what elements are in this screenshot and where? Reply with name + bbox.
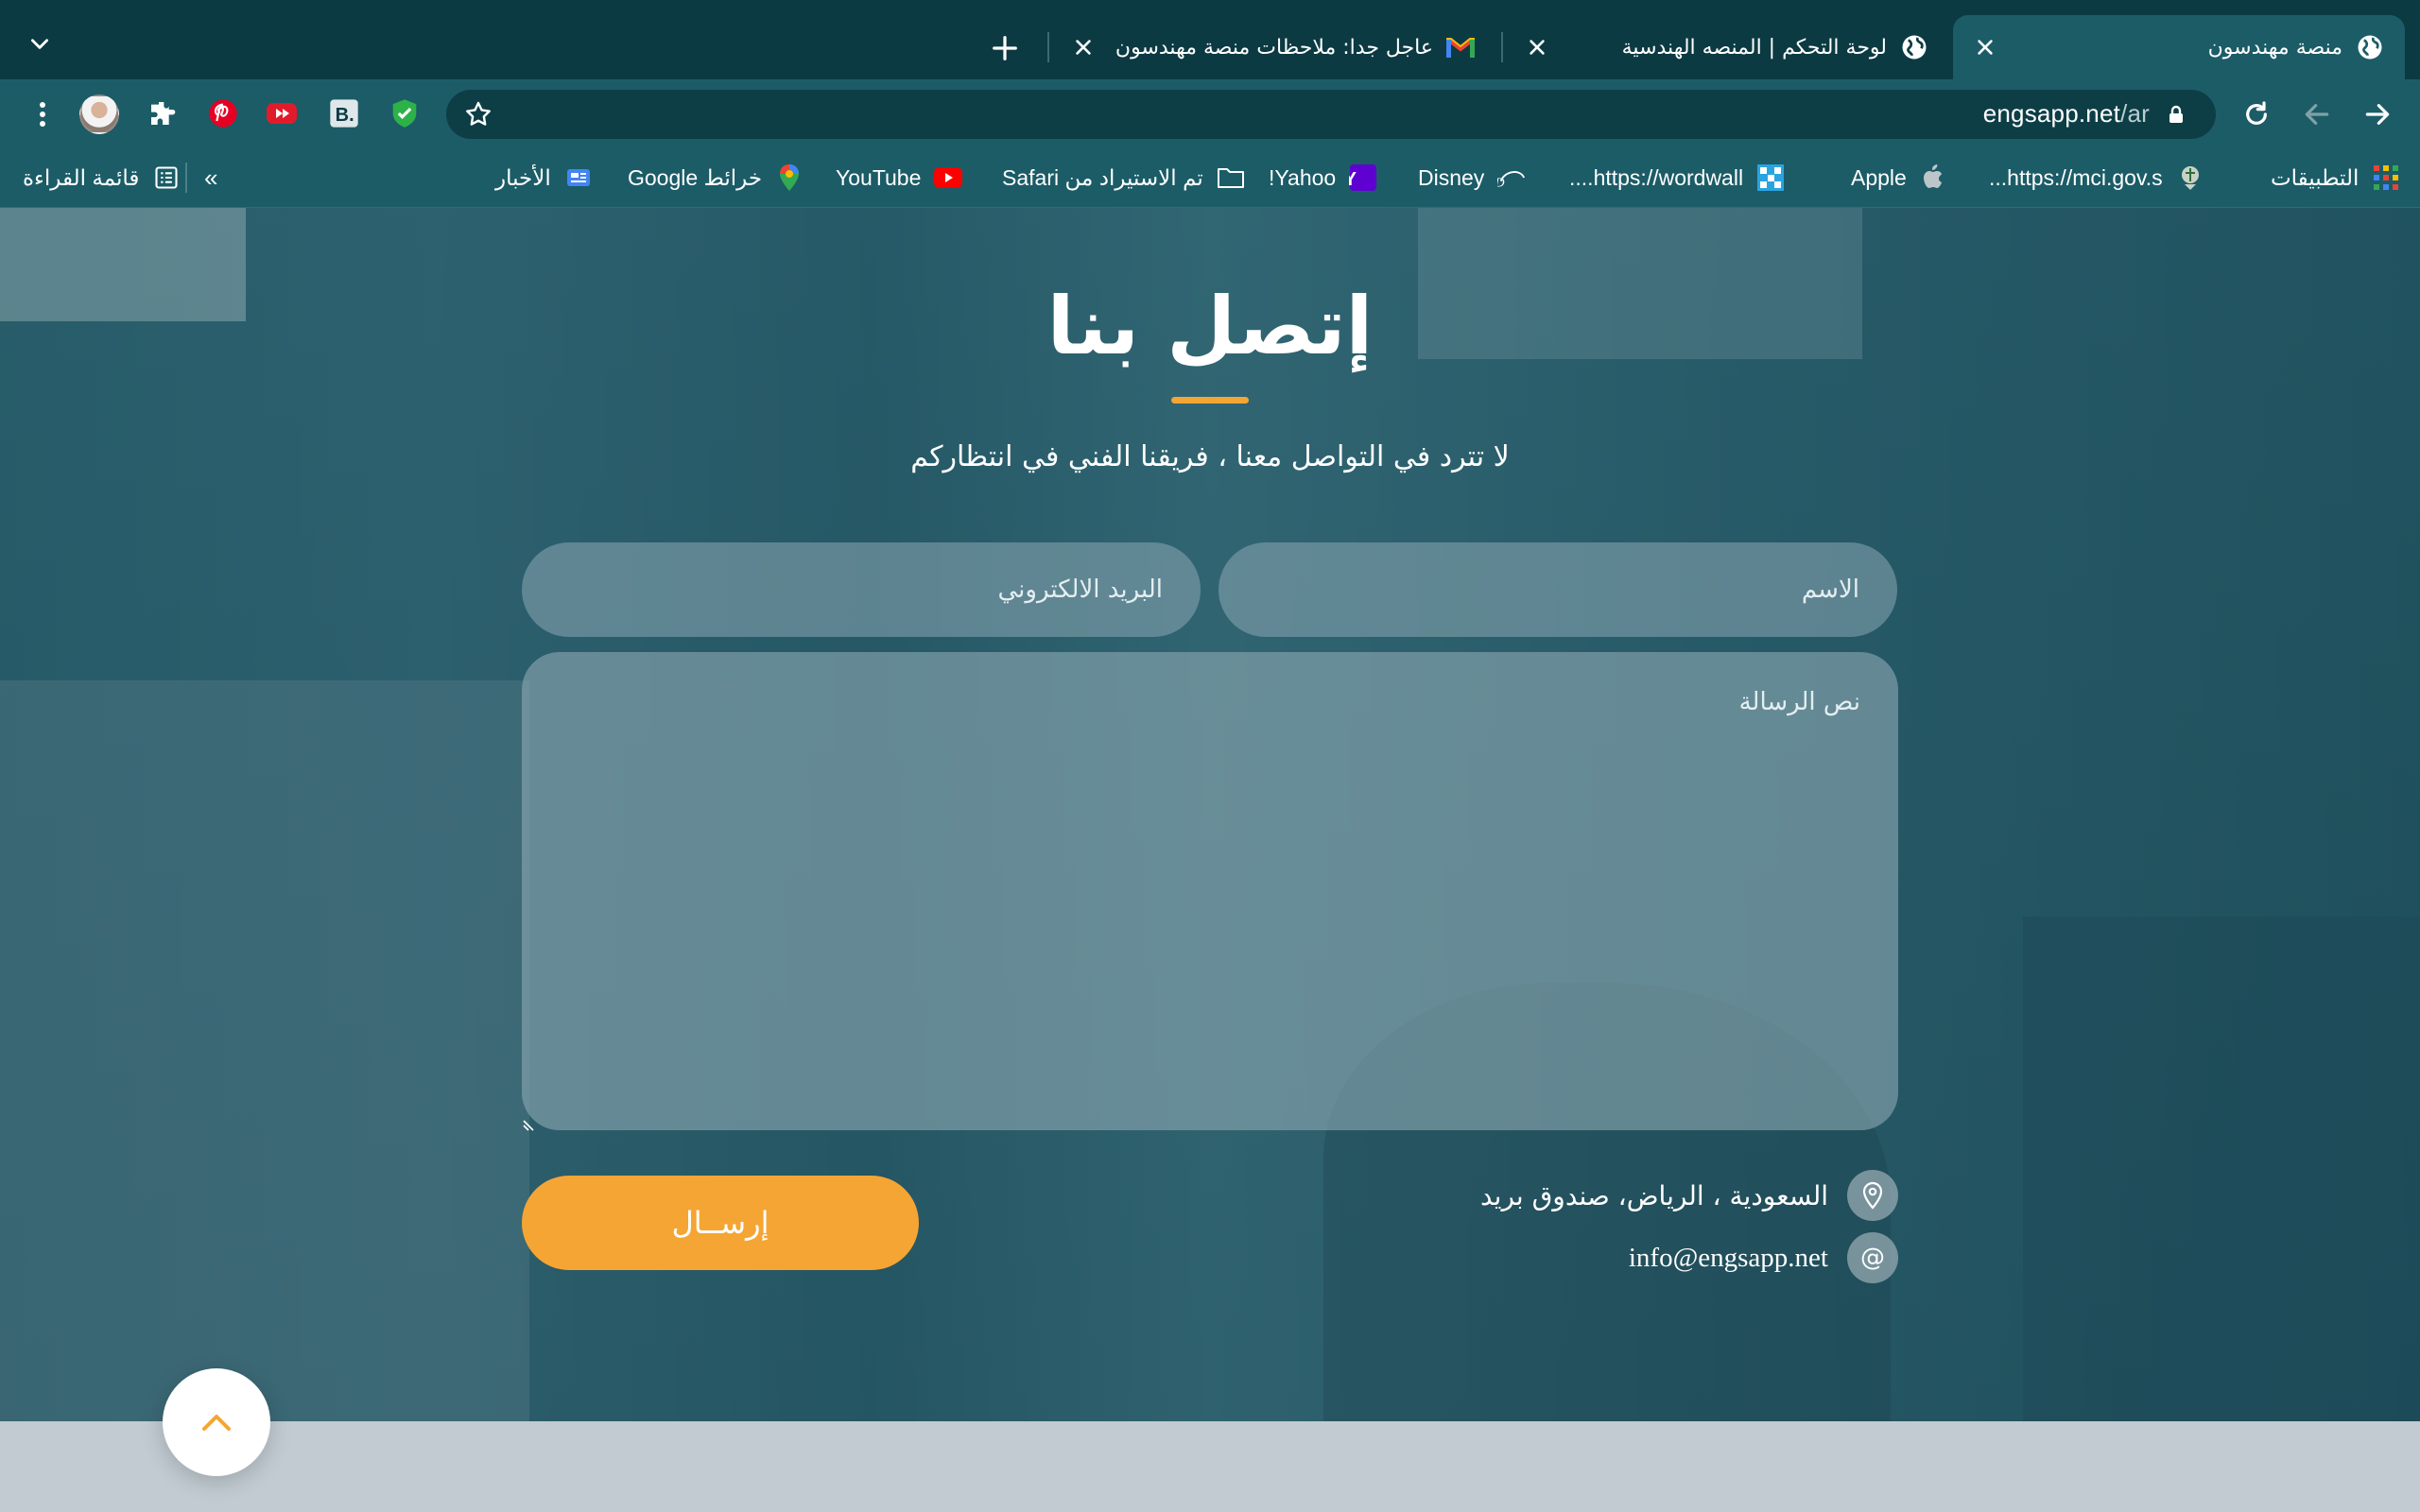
extensions-puzzle-icon[interactable] xyxy=(146,96,180,130)
bookmark-label: Yahoo! xyxy=(1269,164,1337,190)
shield-extension-icon[interactable] xyxy=(388,96,422,130)
yahoo-icon: Y xyxy=(1349,163,1377,192)
browser-toolbar: B. engsapp.net/ar xyxy=(0,79,2420,147)
bookmark-divider xyxy=(185,163,187,193)
email-input[interactable] xyxy=(522,542,1201,637)
contact-section: إتصل بنا لا تترد في التواصل معنا ، فريقن… xyxy=(0,208,2420,1421)
reading-list-label: قائمة القراءة xyxy=(23,164,140,190)
profile-avatar[interactable] xyxy=(79,94,119,134)
url-path: /ar xyxy=(2120,99,2150,128)
apps-grid-icon xyxy=(2372,163,2400,192)
bookmark-label: Apple xyxy=(1851,164,1907,190)
maps-pin-icon xyxy=(775,163,804,192)
booking-extension-icon[interactable]: B. xyxy=(327,96,361,130)
tab-gmail-notes[interactable]: عاجل جدا: ملاحظات منصة مهندسون - ا xyxy=(1051,15,1495,79)
url-text: engsapp.net/ar xyxy=(1983,99,2150,129)
reload-icon[interactable] xyxy=(2235,93,2278,136)
tab-title: لوحة التحكم | المنصه الهندسية xyxy=(1621,35,1887,60)
reading-list-icon xyxy=(152,163,181,192)
bookmark-disney[interactable]: D Disney xyxy=(1418,161,1526,195)
bookmark-star-icon[interactable] xyxy=(463,99,493,129)
url-host: engsapp.net xyxy=(1982,99,2121,128)
globe-icon xyxy=(1900,33,1928,61)
background-garage xyxy=(0,680,529,1421)
bookmarks-overflow-button[interactable]: » xyxy=(204,161,217,195)
back-arrow-icon[interactable] xyxy=(2295,93,2339,136)
gmail-icon xyxy=(1446,33,1475,61)
news-icon xyxy=(564,163,593,192)
video-extension-icon[interactable] xyxy=(265,96,299,130)
svg-text:Y: Y xyxy=(1349,169,1357,190)
name-input[interactable] xyxy=(1219,542,1897,637)
bookmark-google-maps[interactable]: خرائط Google xyxy=(628,161,804,195)
submit-button[interactable]: إرســال xyxy=(522,1176,919,1270)
title-accent-bar xyxy=(1171,397,1249,404)
tab-engineers-platform[interactable]: منصة مهندسون xyxy=(1953,15,2405,79)
bookmarks-bar: قائمة القراءة » الأخبار خرائط Google You… xyxy=(0,147,2420,208)
close-tab-icon[interactable] xyxy=(1970,32,2000,62)
tab-search-chevron-icon[interactable] xyxy=(21,25,59,62)
reading-list-button[interactable]: قائمة القراءة xyxy=(23,161,181,195)
textarea-resize-grip-icon[interactable] xyxy=(522,1117,537,1132)
disney-icon: D xyxy=(1497,163,1526,192)
bookmark-yahoo[interactable]: Y Yahoo! xyxy=(1269,161,1377,195)
scroll-to-top-button[interactable] xyxy=(163,1368,270,1476)
chevron-up-icon xyxy=(202,1415,231,1431)
bookmark-label: https://wordwall.... xyxy=(1569,164,1744,190)
folder-icon xyxy=(1217,163,1245,192)
contact-email: @ info@engsapp.net xyxy=(1629,1232,1898,1283)
bookmark-label: Disney xyxy=(1418,164,1485,190)
browser-menu-icon[interactable] xyxy=(21,93,64,136)
youtube-icon xyxy=(934,163,963,192)
globe-icon xyxy=(2356,33,2384,61)
svg-text:B.: B. xyxy=(336,105,354,126)
lock-icon[interactable] xyxy=(2165,103,2187,126)
footer-band xyxy=(0,1421,2420,1512)
bookmark-label: الأخبار xyxy=(495,164,551,190)
bookmark-label: التطبيقات xyxy=(2271,164,2360,190)
bookmark-news[interactable]: الأخبار xyxy=(495,161,593,195)
at-sign-icon: @ xyxy=(1847,1232,1898,1283)
pinterest-icon[interactable] xyxy=(206,96,240,130)
emblem-icon xyxy=(2176,163,2204,192)
forward-arrow-icon[interactable] xyxy=(2356,93,2399,136)
email-text[interactable]: info@engsapp.net xyxy=(1629,1243,1828,1274)
tab-separator xyxy=(1501,32,1503,62)
bookmark-apps[interactable]: التطبيقات xyxy=(2271,161,2400,195)
close-tab-icon[interactable] xyxy=(1522,32,1552,62)
tab-title: منصة مهندسون xyxy=(2207,35,2342,60)
message-textarea[interactable] xyxy=(522,652,1898,1130)
address-text: السعودية ، الرياض، صندوق بريد xyxy=(1479,1179,1828,1211)
page-subtitle: لا تترد في التواصل معنا ، فريقنا الفني ف… xyxy=(910,440,1510,473)
close-tab-icon[interactable] xyxy=(1068,32,1098,62)
bookmark-label: YouTube xyxy=(836,164,922,190)
location-pin-icon xyxy=(1847,1170,1898,1221)
bookmark-wordwall[interactable]: https://wordwall.... xyxy=(1569,161,1785,195)
bookmark-youtube[interactable]: YouTube xyxy=(836,161,963,195)
tab-separator xyxy=(1047,32,1049,62)
bookmark-label: تم الاستيراد من Safari xyxy=(1002,164,1203,190)
bookmark-mci[interactable]: https://mci.gov.s... xyxy=(1989,161,2204,195)
overflow-chevron-icon: » xyxy=(204,163,218,192)
address-bar[interactable]: engsapp.net/ar xyxy=(446,90,2216,139)
bookmark-label: خرائط Google xyxy=(628,164,763,190)
page-title: إتصل بنا xyxy=(1046,280,1374,372)
browser-tab-strip: عاجل جدا: ملاحظات منصة مهندسون - ا لوحة … xyxy=(0,0,2420,79)
contact-address: السعودية ، الرياض، صندوق بريد xyxy=(1480,1170,1898,1221)
wordwall-icon xyxy=(1756,163,1785,192)
background-tree xyxy=(2023,917,2420,1421)
bookmark-apple[interactable]: Apple xyxy=(1851,161,1948,195)
bookmark-label: https://mci.gov.s... xyxy=(1989,164,2163,190)
svg-text:D: D xyxy=(1497,175,1505,190)
tab-dashboard[interactable]: لوحة التحكم | المنصه الهندسية xyxy=(1505,15,1949,79)
bookmark-safari-import-folder[interactable]: تم الاستيراد من Safari xyxy=(1002,161,1245,195)
tab-title: عاجل جدا: ملاحظات منصة مهندسون - ا xyxy=(1112,35,1433,60)
apple-icon xyxy=(1920,163,1948,192)
new-tab-button[interactable] xyxy=(983,26,1027,70)
